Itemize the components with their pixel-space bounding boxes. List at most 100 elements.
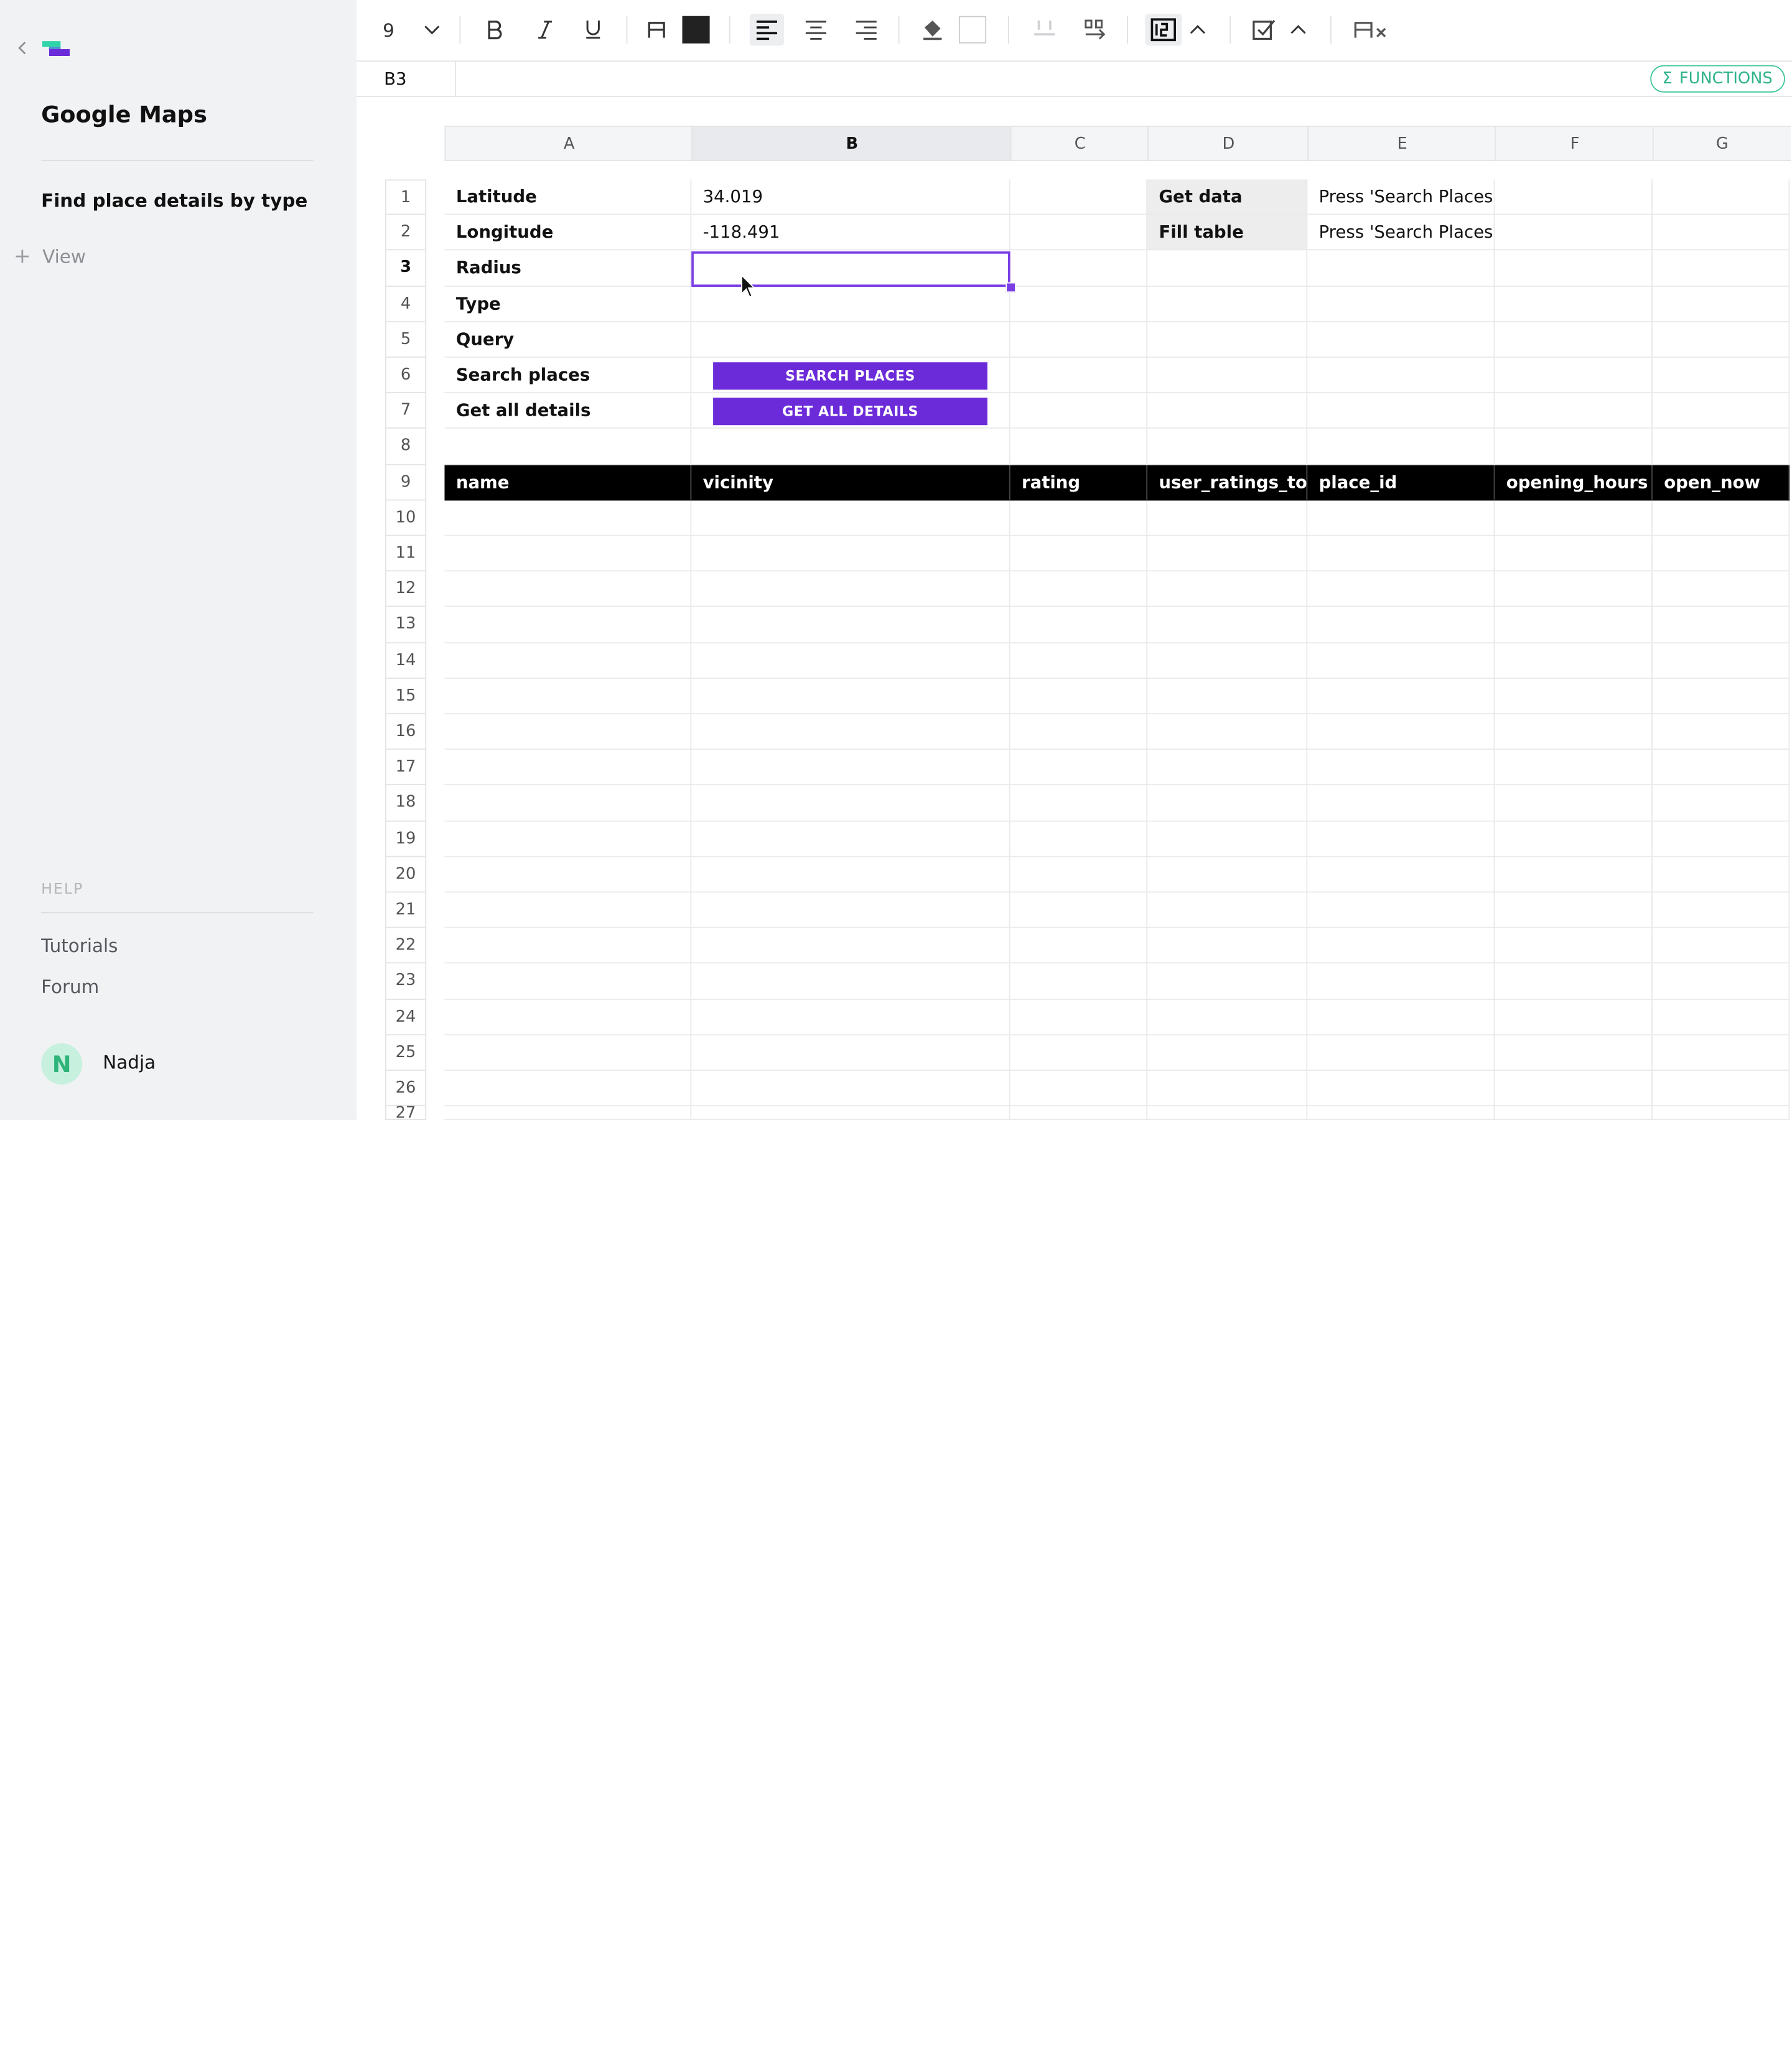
value-cell-type[interactable] <box>691 286 1010 322</box>
cell[interactable] <box>1147 643 1308 679</box>
row-header[interactable]: 9 <box>385 464 427 501</box>
cell[interactable] <box>1652 286 1790 322</box>
cell[interactable] <box>1652 892 1790 928</box>
cell[interactable] <box>1652 179 1790 215</box>
align-left-button[interactable] <box>749 14 784 46</box>
table-header-cell[interactable]: rating <box>1010 464 1148 501</box>
cell[interactable] <box>1010 1035 1148 1071</box>
cell[interactable] <box>1307 1070 1495 1107</box>
row-header[interactable]: 3 <box>385 250 427 287</box>
cell[interactable] <box>1652 678 1790 714</box>
cell[interactable] <box>1495 571 1653 607</box>
cell[interactable] <box>1652 821 1790 857</box>
cell[interactable] <box>1010 714 1148 750</box>
cell[interactable] <box>1147 714 1308 750</box>
number-format-expand[interactable] <box>1186 14 1209 45</box>
cell[interactable] <box>1147 429 1308 465</box>
cell[interactable] <box>1495 357 1653 394</box>
transpose-button[interactable] <box>1081 14 1109 45</box>
cell-reference[interactable]: B3 <box>384 68 406 89</box>
row-header[interactable]: 21 <box>385 892 427 928</box>
cell[interactable] <box>1147 607 1308 643</box>
cell[interactable] <box>1307 964 1495 1000</box>
row-header[interactable]: 26 <box>385 1070 427 1107</box>
cell[interactable] <box>1010 1070 1148 1107</box>
cell[interactable] <box>1652 999 1790 1035</box>
value-cell-latitude[interactable]: 34.019 <box>691 179 1010 215</box>
column-header-b[interactable]: B <box>691 126 1012 161</box>
cell[interactable] <box>1495 536 1653 572</box>
row-header[interactable]: 24 <box>385 999 427 1035</box>
cell[interactable] <box>444 892 692 928</box>
cell[interactable] <box>1495 500 1653 536</box>
cell[interactable] <box>1147 857 1308 893</box>
table-header-cell[interactable]: name <box>444 464 692 501</box>
cell[interactable] <box>691 892 1010 928</box>
cell[interactable] <box>1147 571 1308 607</box>
cell[interactable] <box>444 429 692 465</box>
row-header[interactable]: 2 <box>385 215 427 251</box>
cell[interactable] <box>1307 714 1495 750</box>
row-header[interactable]: 22 <box>385 928 427 964</box>
cell[interactable] <box>1307 357 1495 394</box>
cell[interactable] <box>1652 500 1790 536</box>
column-header-c[interactable]: C <box>1010 126 1149 161</box>
cell[interactable] <box>1307 678 1495 714</box>
row-header[interactable]: 16 <box>385 714 427 750</box>
cell[interactable] <box>1307 286 1495 322</box>
cell[interactable] <box>691 571 1010 607</box>
cell[interactable] <box>1307 999 1495 1035</box>
cell[interactable] <box>1307 250 1495 287</box>
row-header[interactable]: 23 <box>385 964 427 1000</box>
cell[interactable] <box>1307 821 1495 857</box>
row-header[interactable]: 6 <box>385 357 427 394</box>
cell[interactable] <box>1010 643 1148 679</box>
checkbox-format-button[interactable] <box>1250 14 1277 45</box>
cell[interactable] <box>1307 322 1495 358</box>
cell[interactable] <box>1652 357 1790 394</box>
row-header[interactable]: 14 <box>385 643 427 679</box>
functions-button[interactable]: Σ FUNCTIONS <box>1650 65 1785 93</box>
row-header[interactable]: 12 <box>385 571 427 607</box>
cell[interactable] <box>1010 571 1148 607</box>
clear-format-button[interactable] <box>1351 14 1389 45</box>
cell[interactable] <box>1495 999 1653 1035</box>
cell[interactable] <box>1495 750 1653 786</box>
cell[interactable] <box>1147 964 1308 1000</box>
cell[interactable] <box>1495 1035 1653 1071</box>
cell[interactable] <box>1495 322 1653 358</box>
cell[interactable] <box>1307 393 1495 429</box>
cell[interactable] <box>1495 714 1653 750</box>
cell[interactable] <box>1147 821 1308 857</box>
row-header[interactable]: 1 <box>385 179 427 215</box>
cell[interactable] <box>1652 571 1790 607</box>
cell[interactable] <box>691 964 1010 1000</box>
cell[interactable] <box>1652 322 1790 358</box>
cell[interactable] <box>1010 286 1148 322</box>
cell[interactable] <box>1652 928 1790 964</box>
cell[interactable] <box>1307 857 1495 893</box>
label-cell[interactable]: Search places <box>444 357 692 394</box>
cell[interactable] <box>1495 643 1653 679</box>
table-header-cell[interactable]: open_now <box>1652 464 1790 501</box>
cell[interactable] <box>691 536 1010 572</box>
cell[interactable] <box>1652 750 1790 786</box>
cell[interactable] <box>1307 750 1495 786</box>
info-value-cell[interactable]: Press 'Search Places' <box>1307 215 1495 251</box>
cell[interactable] <box>444 821 692 857</box>
cell[interactable] <box>1010 607 1148 643</box>
cell[interactable] <box>1495 286 1653 322</box>
cell[interactable] <box>444 500 692 536</box>
back-chevron-icon[interactable] <box>16 39 30 57</box>
italic-button[interactable] <box>533 14 558 45</box>
cell[interactable] <box>1010 1106 1148 1120</box>
cell[interactable] <box>1652 1106 1790 1120</box>
cell[interactable] <box>1495 928 1653 964</box>
row-header[interactable]: 10 <box>385 500 427 536</box>
row-header[interactable]: 5 <box>385 322 427 358</box>
cell[interactable] <box>1147 678 1308 714</box>
cell[interactable] <box>1307 785 1495 821</box>
cell[interactable] <box>691 643 1010 679</box>
cell[interactable] <box>444 857 692 893</box>
cell[interactable] <box>1147 322 1308 358</box>
